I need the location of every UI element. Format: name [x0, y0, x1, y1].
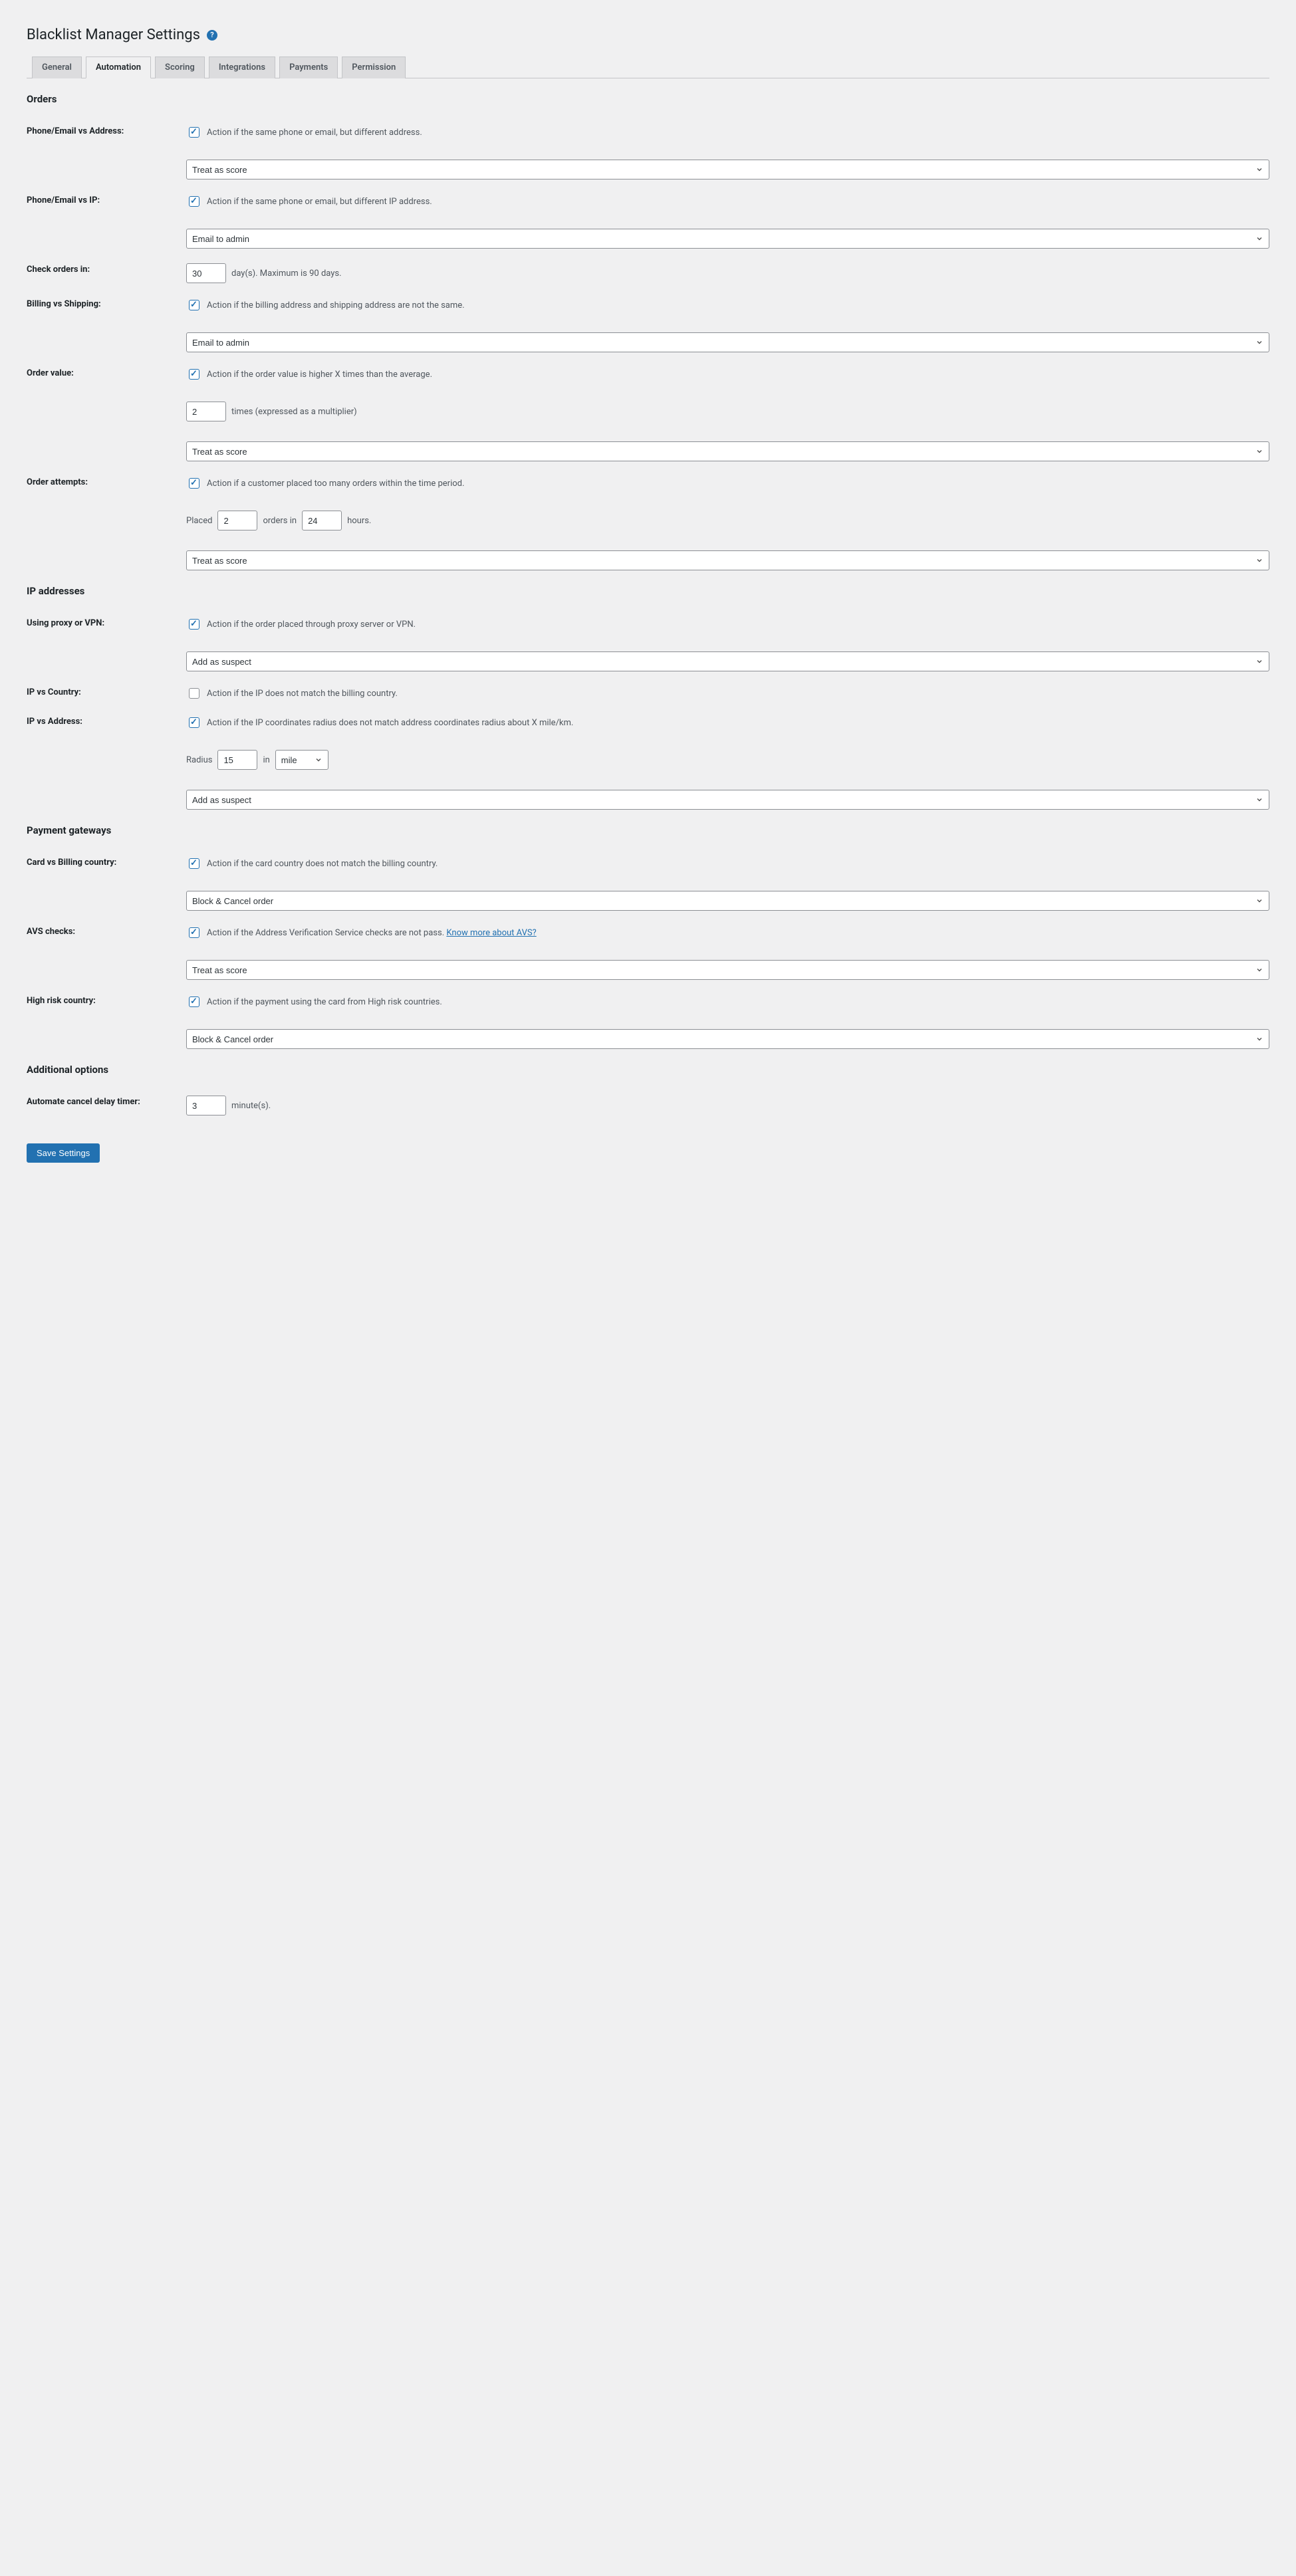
- link-avs-info[interactable]: Know more about AVS?: [446, 928, 536, 938]
- label-phone-email-vs-ip: Phone/Email vs IP:: [27, 194, 186, 205]
- mid-order-attempts: orders in: [263, 516, 297, 526]
- label-order-value: Order value:: [27, 367, 186, 378]
- label-card-vs-country: Card vs Billing country:: [27, 856, 186, 868]
- select-proxy-vpn-action[interactable]: Add as suspect: [186, 651, 1269, 671]
- desc-phone-email-vs-address: Action if the same phone or email, but d…: [207, 128, 422, 138]
- desc-phone-email-vs-ip: Action if the same phone or email, but d…: [207, 197, 432, 207]
- checkbox-card-vs-country[interactable]: [189, 858, 199, 869]
- select-phone-email-vs-ip-action[interactable]: Email to admin: [186, 229, 1269, 249]
- section-orders: Orders: [27, 93, 1269, 105]
- tab-general[interactable]: General: [32, 57, 82, 78]
- page-title: Blacklist Manager Settings ?: [27, 27, 1269, 43]
- page-title-text: Blacklist Manager Settings: [27, 27, 200, 43]
- checkbox-order-value[interactable]: [189, 369, 199, 380]
- select-high-risk-action[interactable]: Block & Cancel order: [186, 1029, 1269, 1049]
- tab-integrations[interactable]: Integrations: [209, 57, 275, 78]
- checkbox-high-risk[interactable]: [189, 996, 199, 1007]
- checkbox-avs[interactable]: [189, 927, 199, 938]
- select-card-vs-country-action[interactable]: Block & Cancel order: [186, 891, 1269, 911]
- suffix-delay-timer: minute(s).: [231, 1101, 271, 1111]
- checkbox-phone-email-vs-ip[interactable]: [189, 196, 199, 207]
- checkbox-proxy-vpn[interactable]: [189, 619, 199, 630]
- input-order-attempts-hours[interactable]: [302, 511, 342, 530]
- label-high-risk: High risk country:: [27, 995, 186, 1006]
- label-order-attempts: Order attempts:: [27, 476, 186, 487]
- checkbox-phone-email-vs-address[interactable]: [189, 127, 199, 138]
- select-phone-email-vs-address-action[interactable]: Treat as score: [186, 160, 1269, 179]
- prefix-radius: Radius: [186, 755, 212, 765]
- tab-permission[interactable]: Permission: [342, 57, 406, 78]
- desc-proxy-vpn: Action if the order placed through proxy…: [207, 620, 416, 630]
- prefix-order-attempts: Placed: [186, 516, 212, 526]
- in-radius: in: [263, 755, 269, 765]
- checkbox-order-attempts[interactable]: [189, 478, 199, 489]
- checkbox-ip-vs-address[interactable]: [189, 717, 199, 728]
- select-billing-vs-shipping-action[interactable]: Email to admin: [186, 332, 1269, 352]
- label-proxy-vpn: Using proxy or VPN:: [27, 617, 186, 628]
- input-order-value-multiplier[interactable]: [186, 402, 226, 421]
- tab-automation[interactable]: Automation: [86, 57, 151, 78]
- desc-avs: Action if the Address Verification Servi…: [207, 928, 537, 938]
- select-order-attempts-action[interactable]: Treat as score: [186, 550, 1269, 570]
- desc-order-attempts: Action if a customer placed too many ord…: [207, 479, 464, 489]
- select-order-value-action[interactable]: Treat as score: [186, 441, 1269, 461]
- settings-tabs: General Automation Scoring Integrations …: [27, 57, 1269, 78]
- section-gateways: Payment gateways: [27, 824, 1269, 836]
- tab-payments[interactable]: Payments: [279, 57, 338, 78]
- save-button[interactable]: Save Settings: [27, 1143, 100, 1163]
- desc-high-risk: Action if the payment using the card fro…: [207, 997, 442, 1007]
- suffix-order-attempts: hours.: [347, 516, 371, 526]
- label-delay-timer: Automate cancel delay timer:: [27, 1096, 186, 1107]
- label-ip-vs-address: IP vs Address:: [27, 715, 186, 727]
- desc-ip-vs-address: Action if the IP coordinates radius does…: [207, 718, 573, 728]
- desc-ip-vs-country: Action if the IP does not match the bill…: [207, 689, 398, 699]
- select-avs-action[interactable]: Treat as score: [186, 960, 1269, 980]
- suffix-order-value: times (expressed as a multiplier): [231, 407, 357, 417]
- label-check-orders-in: Check orders in:: [27, 263, 186, 275]
- input-radius[interactable]: [217, 750, 257, 770]
- help-icon[interactable]: ?: [207, 30, 217, 41]
- tab-scoring[interactable]: Scoring: [155, 57, 205, 78]
- section-ip: IP addresses: [27, 585, 1269, 597]
- section-additional: Additional options: [27, 1064, 1269, 1076]
- label-avs: AVS checks:: [27, 925, 186, 937]
- input-order-attempts-count[interactable]: [217, 511, 257, 530]
- desc-billing-vs-shipping: Action if the billing address and shippi…: [207, 300, 465, 310]
- label-ip-vs-country: IP vs Country:: [27, 686, 186, 697]
- desc-order-value: Action if the order value is higher X ti…: [207, 370, 432, 380]
- desc-avs-text: Action if the Address Verification Servi…: [207, 928, 446, 938]
- checkbox-billing-vs-shipping[interactable]: [189, 300, 199, 310]
- input-delay-timer[interactable]: [186, 1096, 226, 1115]
- suffix-check-orders-in: day(s). Maximum is 90 days.: [231, 269, 342, 279]
- desc-card-vs-country: Action if the card country does not matc…: [207, 859, 438, 869]
- input-check-orders-days[interactable]: [186, 263, 226, 283]
- select-ip-vs-address-action[interactable]: Add as suspect: [186, 790, 1269, 810]
- select-radius-unit[interactable]: mile: [275, 750, 328, 770]
- label-phone-email-vs-address: Phone/Email vs Address:: [27, 125, 186, 136]
- label-billing-vs-shipping: Billing vs Shipping:: [27, 298, 186, 309]
- checkbox-ip-vs-country[interactable]: [189, 688, 199, 699]
